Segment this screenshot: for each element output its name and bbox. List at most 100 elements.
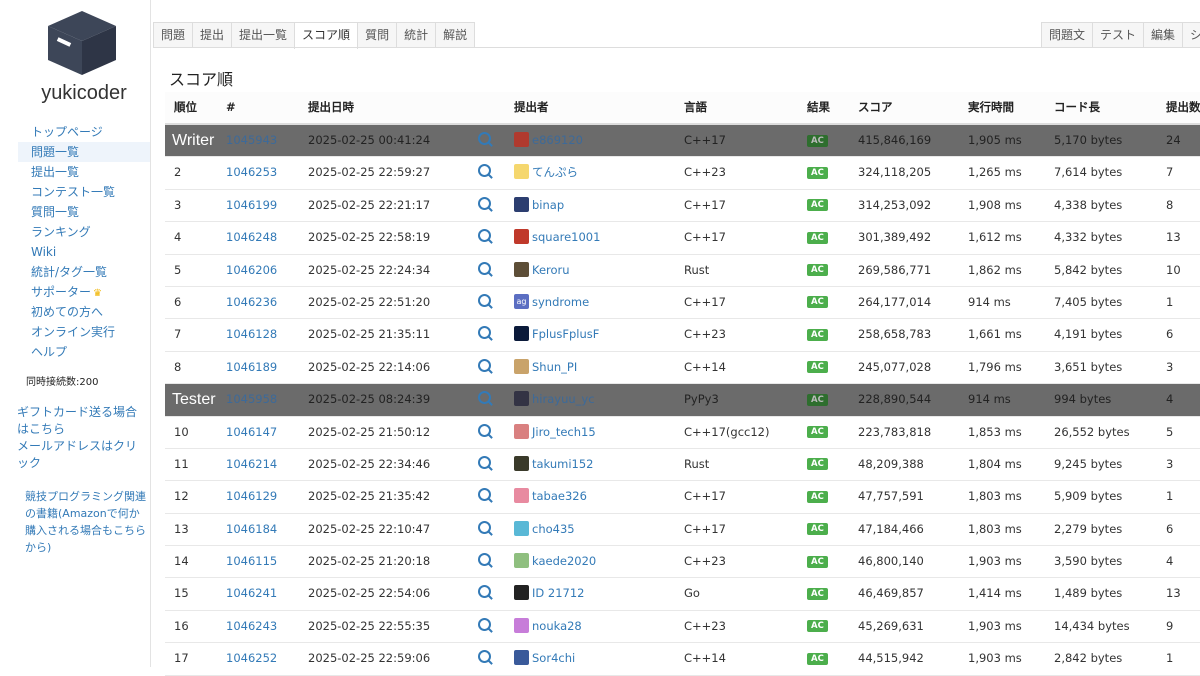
search-icon[interactable] (478, 326, 491, 340)
user-link[interactable]: Sor4chi (532, 651, 575, 665)
sidebar-item[interactable]: 問題一覧 (18, 142, 150, 162)
header-result[interactable]: 結果 (807, 92, 830, 123)
submission-link[interactable]: 1046243 (226, 619, 277, 633)
sidebar-item[interactable]: ヘルプ (18, 342, 150, 362)
submission-link[interactable]: 1045958 (226, 392, 277, 406)
header-id[interactable]: # (226, 92, 236, 123)
header-user[interactable]: 提出者 (514, 92, 549, 123)
score-cell: 228,890,544 (858, 392, 932, 407)
tab-item[interactable]: 統計 (396, 22, 437, 48)
user-link[interactable]: hirayuu_yc (532, 392, 595, 406)
gift-card-link[interactable]: ギフトカード送る場合はこちら (17, 405, 137, 436)
search-icon[interactable] (478, 553, 491, 567)
user-link[interactable]: FplusFplusF (532, 327, 599, 341)
submission-link[interactable]: 1046252 (226, 651, 277, 665)
user-link[interactable]: Shun_PI (532, 360, 577, 374)
search-icon[interactable] (478, 423, 491, 437)
tab-item[interactable]: シ (1182, 22, 1200, 48)
search-icon[interactable] (478, 196, 491, 210)
search-icon[interactable] (478, 488, 491, 502)
submission-id-cell: 1046147 (226, 417, 277, 448)
user-link[interactable]: nouka28 (532, 619, 582, 633)
header-submissions[interactable]: 提出数 (1166, 92, 1200, 123)
submission-link[interactable]: 1046129 (226, 489, 277, 503)
user-link[interactable]: tabae326 (532, 489, 587, 503)
user-link[interactable]: Jiro_tech15 (532, 425, 596, 439)
search-icon[interactable] (478, 585, 491, 599)
user-link[interactable]: takumi152 (532, 457, 594, 471)
search-icon[interactable] (478, 261, 491, 275)
sidebar-item[interactable]: 提出一覧 (18, 162, 150, 182)
avatar (514, 164, 529, 180)
search-icon[interactable] (478, 132, 491, 145)
user-link[interactable]: ID 21712 (532, 586, 585, 600)
search-icon[interactable] (478, 455, 491, 469)
search-icon[interactable] (478, 164, 491, 178)
sidebar-item[interactable]: サポーター ♛ (18, 282, 150, 302)
submission-link[interactable]: 1046214 (226, 457, 277, 471)
user-link[interactable]: てんぷら (532, 165, 578, 179)
date-cell: 2025-02-25 22:34:46 (308, 456, 431, 471)
user-link[interactable]: binap (532, 198, 564, 212)
sidebar-item[interactable]: コンテスト一覧 (18, 182, 150, 202)
tab-item[interactable]: 提出一覧 (231, 22, 296, 48)
submission-link[interactable]: 1046236 (226, 295, 277, 309)
search-icon[interactable] (478, 520, 491, 534)
search-icon[interactable] (478, 229, 491, 243)
submission-link[interactable]: 1046115 (226, 554, 277, 568)
header-date[interactable]: 提出日時 (308, 92, 354, 123)
sidebar-item[interactable]: トップページ (18, 122, 150, 142)
tab-item[interactable]: 問題文 (1041, 22, 1094, 48)
email-link[interactable]: メールアドレスはクリック (17, 439, 137, 470)
search-icon[interactable] (478, 650, 491, 664)
submission-link[interactable]: 1046253 (226, 165, 277, 179)
search-icon[interactable] (478, 293, 491, 307)
tab-item[interactable]: スコア順 (294, 22, 359, 49)
submission-link[interactable]: 1046128 (226, 327, 277, 341)
brand-name[interactable]: yukicoder (0, 82, 168, 105)
search-icon[interactable] (478, 358, 491, 372)
result-cell: AC (807, 514, 828, 545)
score-cell: 223,783,818 (858, 424, 932, 439)
tab-item[interactable]: 質問 (357, 22, 398, 48)
search-cell (478, 643, 491, 674)
user-link[interactable]: cho435 (532, 522, 575, 536)
books-link[interactable]: 競技プログラミング関連の書籍(Amazonで何か購入される場合もこちらから) (25, 488, 147, 556)
submission-link[interactable]: 1046189 (226, 360, 277, 374)
sidebar-item[interactable]: 質問一覧 (18, 202, 150, 222)
header-time[interactable]: 実行時間 (968, 92, 1014, 123)
submission-link[interactable]: 1046184 (226, 522, 277, 536)
table-row: 11 1046214 2025-02-25 22:34:46 takumi152 Rus… (165, 449, 1200, 482)
search-icon[interactable] (478, 391, 491, 405)
tab-item[interactable]: 解説 (435, 22, 476, 48)
sidebar-item[interactable]: ランキング (18, 222, 150, 242)
tab-item[interactable]: 提出 (192, 22, 233, 48)
user-link[interactable]: square1001 (532, 230, 600, 244)
user-link[interactable]: kaede2020 (532, 554, 596, 568)
tab-item[interactable]: テスト (1092, 22, 1145, 48)
submission-link[interactable]: 1046199 (226, 198, 277, 212)
sidebar-item[interactable]: 初めての方へ (18, 302, 150, 322)
submission-link[interactable]: 1046147 (226, 425, 277, 439)
header-code-length[interactable]: コード長 (1054, 92, 1100, 123)
sidebar-item[interactable]: オンライン実行 (18, 322, 150, 342)
tab-item[interactable]: 問題 (153, 22, 194, 48)
header-score[interactable]: スコア (858, 92, 893, 123)
table-row: 4 1046248 2025-02-25 22:58:19 square1001 C++… (165, 222, 1200, 255)
header-lang[interactable]: 言語 (684, 92, 707, 123)
search-icon[interactable] (478, 617, 491, 631)
date-cell: 2025-02-25 22:21:17 (308, 197, 431, 212)
avatar (514, 423, 529, 439)
sidebar-item[interactable]: 統計/タグ一覧 (18, 262, 150, 282)
user-link[interactable]: syndrome (532, 295, 589, 309)
submission-link[interactable]: 1046241 (226, 586, 277, 600)
submission-link[interactable]: 1046206 (226, 263, 277, 277)
header-rank[interactable]: 順位 (174, 92, 197, 123)
box-logo-icon[interactable] (46, 9, 118, 75)
submission-link[interactable]: 1045943 (226, 133, 277, 147)
tab-item[interactable]: 編集 (1143, 22, 1184, 48)
user-link[interactable]: Keroru (532, 263, 570, 277)
user-link[interactable]: e869120 (532, 133, 583, 147)
submission-link[interactable]: 1046248 (226, 230, 277, 244)
sidebar-item[interactable]: Wiki (18, 242, 150, 262)
